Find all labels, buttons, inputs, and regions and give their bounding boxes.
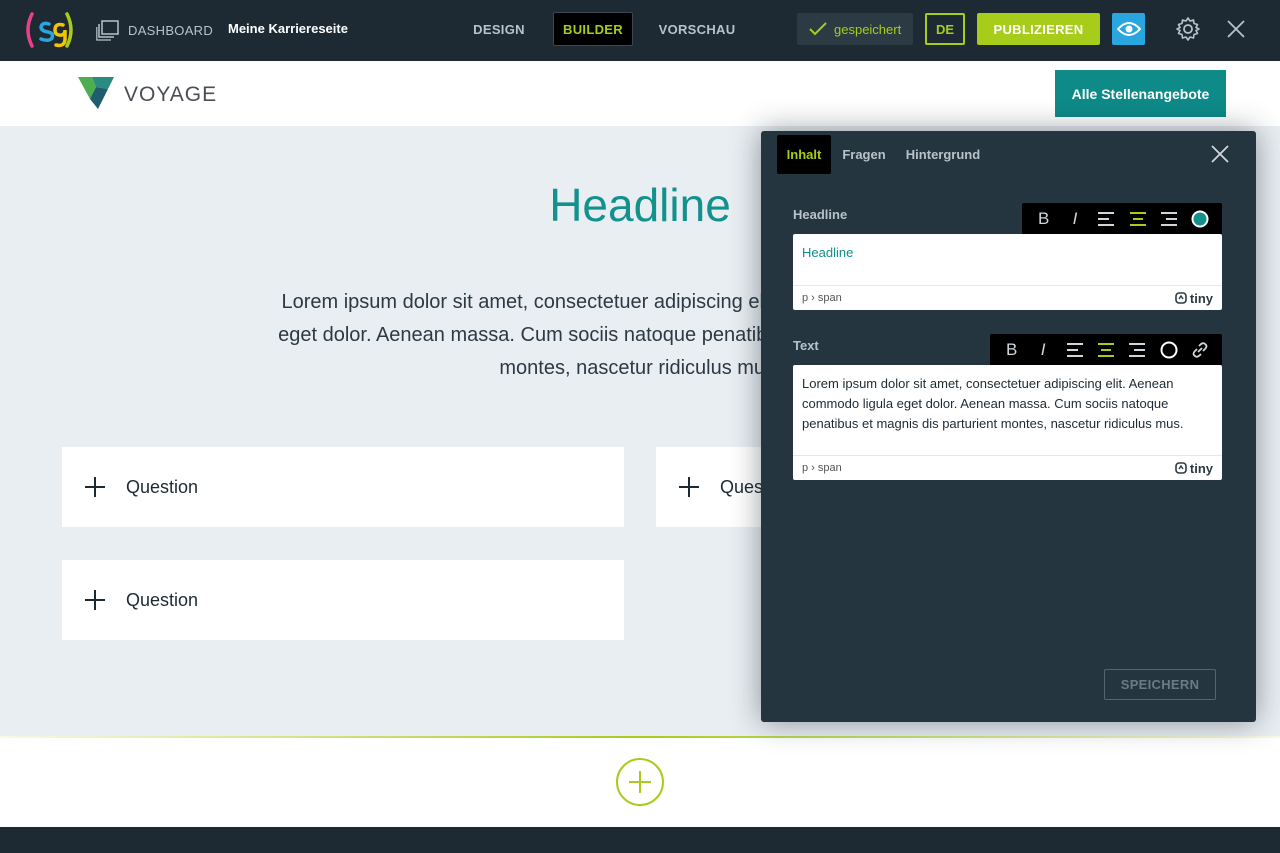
tiny-logo-icon <box>1175 292 1187 304</box>
align-center-icon[interactable] <box>1095 339 1117 361</box>
all-jobs-button[interactable]: Alle Stellenangebote <box>1055 70 1226 117</box>
publish-button[interactable]: PUBLIZIEREN <box>977 13 1100 45</box>
dashboard-icon <box>96 20 119 41</box>
tab-design[interactable]: DESIGN <box>466 12 532 46</box>
tab-vorschau[interactable]: VORSCHAU <box>655 12 739 46</box>
editor-panel: Inhalt Fragen Hintergrund Headline B I H… <box>761 131 1256 722</box>
align-center-icon[interactable] <box>1127 208 1149 230</box>
align-left-icon[interactable] <box>1064 339 1086 361</box>
site-header: VOYAGE Alle Stellenangebote <box>0 61 1280 126</box>
text-field-label: Text <box>793 338 819 353</box>
section-divider <box>0 736 1280 738</box>
tiny-branding: tiny <box>1175 291 1213 306</box>
dashboard-link[interactable]: DASHBOARD <box>96 18 213 42</box>
text-color-icon[interactable] <box>1189 208 1211 230</box>
italic-button[interactable]: I <box>1064 208 1086 230</box>
sg-logo-icon[interactable] <box>22 10 76 50</box>
plus-icon <box>679 477 699 497</box>
panel-tab-inhalt[interactable]: Inhalt <box>777 135 831 174</box>
voyage-logo-icon <box>78 77 114 109</box>
site-name: Meine Karriereseite <box>228 21 348 36</box>
panel-close-icon[interactable] <box>1210 144 1230 164</box>
plus-icon <box>629 771 651 793</box>
save-button[interactable]: SPEICHERN <box>1104 669 1216 700</box>
headline-field-label: Headline <box>793 207 848 222</box>
bold-button[interactable]: B <box>1001 339 1023 361</box>
faq-question[interactable]: Question <box>62 560 624 640</box>
tab-builder[interactable]: BUILDER <box>553 12 633 46</box>
plus-icon <box>85 477 105 497</box>
link-icon[interactable] <box>1189 339 1211 361</box>
gear-icon[interactable] <box>1175 16 1201 42</box>
preview-button[interactable] <box>1112 13 1145 45</box>
tiny-branding: tiny <box>1175 461 1213 476</box>
headline-editor-content[interactable]: Headline <box>793 234 1222 272</box>
headline-toolbar: B I <box>1022 203 1222 234</box>
tiny-label: tiny <box>1189 460 1213 476</box>
text-editor[interactable]: Lorem ipsum dolor sit amet, consectetuer… <box>793 365 1222 480</box>
saved-label: gespeichert <box>834 21 902 37</box>
tiny-logo-icon <box>1175 462 1187 474</box>
question-label: Question <box>126 589 199 610</box>
headline-editor[interactable]: Headline p › span tiny <box>793 234 1222 310</box>
eye-icon <box>1116 22 1141 36</box>
close-icon[interactable] <box>1226 19 1246 39</box>
question-label: Question <box>126 476 199 497</box>
language-button[interactable]: DE <box>925 13 965 45</box>
element-path: p › span <box>802 462 842 474</box>
footer <box>0 827 1280 853</box>
brand-name: VOYAGE <box>124 83 218 106</box>
bold-button[interactable]: B <box>1033 208 1055 230</box>
align-right-icon[interactable] <box>1126 339 1148 361</box>
saved-status: gespeichert <box>797 13 913 45</box>
text-editor-content[interactable]: Lorem ipsum dolor sit amet, consectetuer… <box>793 365 1222 443</box>
add-section-button[interactable] <box>616 758 664 806</box>
dashboard-label: DASHBOARD <box>128 22 214 38</box>
plus-icon <box>85 590 105 610</box>
panel-tab-hintergrund[interactable]: Hintergrund <box>901 135 985 174</box>
headline-editor-statusbar: p › span tiny <box>793 285 1222 310</box>
app-topbar: DASHBOARD Meine Karriereseite DESIGN BUI… <box>0 0 1280 61</box>
faq-question[interactable]: Question <box>62 447 624 527</box>
align-right-icon[interactable] <box>1158 208 1180 230</box>
align-left-icon[interactable] <box>1095 208 1117 230</box>
italic-button[interactable]: I <box>1032 339 1054 361</box>
check-icon <box>809 22 827 36</box>
text-toolbar: B I <box>990 334 1222 365</box>
panel-tab-fragen[interactable]: Fragen <box>839 135 889 174</box>
text-color-icon[interactable] <box>1158 339 1180 361</box>
tiny-label: tiny <box>1189 290 1213 306</box>
element-path: p › span <box>802 292 842 304</box>
text-editor-statusbar: p › span tiny <box>793 455 1222 480</box>
